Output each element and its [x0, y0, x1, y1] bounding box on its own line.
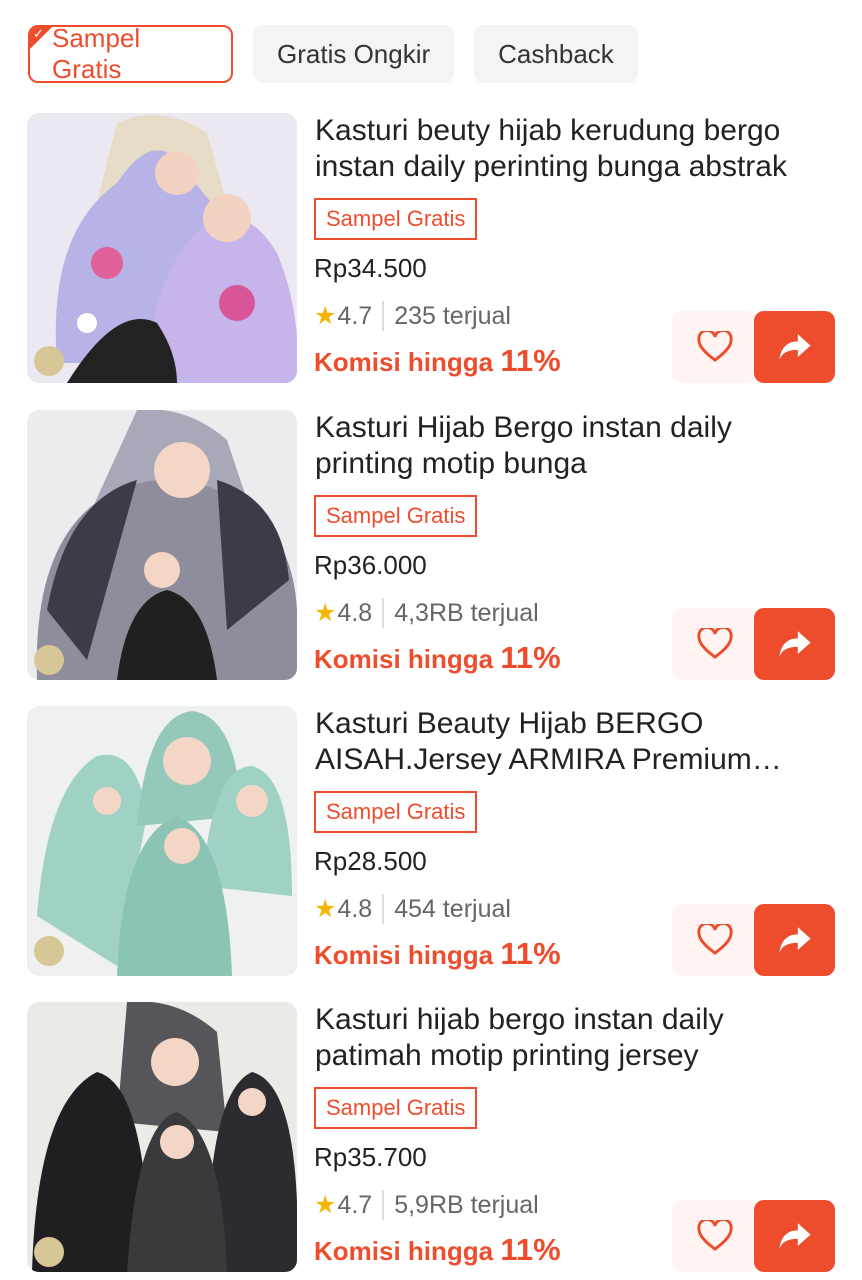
- heart-outline-icon: [696, 924, 733, 955]
- commission-value: 11%: [500, 343, 561, 378]
- check-icon: ✓: [33, 26, 44, 41]
- product-sold: 235 terjual: [394, 301, 511, 330]
- commission-label: Komisi hingga: [314, 940, 494, 970]
- product-sold: 454 terjual: [394, 894, 511, 923]
- divider: [382, 598, 385, 628]
- product-price: Rp36.000: [314, 550, 427, 580]
- product-title[interactable]: Kasturi hijab bergo instan daily patimah…: [315, 1002, 825, 1074]
- star-icon: ★: [314, 599, 337, 627]
- favorite-button[interactable]: [672, 311, 757, 383]
- filter-chip-label: Cashback: [498, 38, 614, 69]
- share-arrow-icon: [778, 334, 811, 360]
- product-rating: 4.7: [337, 1190, 373, 1219]
- filter-chip-label: Gratis Ongkir: [277, 38, 431, 69]
- product-card[interactable]: Kasturi beuty hijab kerudung bergo insta…: [27, 113, 835, 383]
- share-button[interactable]: [754, 904, 835, 976]
- divider: [382, 1190, 385, 1220]
- commission-text: Komisi hingga 11%: [314, 640, 561, 676]
- heart-outline-icon: [696, 628, 733, 659]
- favorite-button[interactable]: [672, 904, 757, 976]
- product-rating: 4.8: [337, 598, 373, 627]
- commission-text: Komisi hingga 11%: [314, 343, 561, 379]
- filter-chip-gratis-ongkir[interactable]: Gratis Ongkir: [253, 25, 455, 83]
- product-rating: 4.8: [337, 894, 373, 923]
- product-title[interactable]: Kasturi beuty hijab kerudung bergo insta…: [315, 113, 825, 185]
- sampel-gratis-badge: Sampel Gratis: [314, 1087, 478, 1129]
- share-arrow-icon: [778, 1223, 811, 1249]
- commission-label: Komisi hingga: [314, 644, 494, 674]
- product-sold: 5,9RB terjual: [394, 1190, 539, 1219]
- product-image[interactable]: [27, 410, 297, 680]
- filter-chip-sampel-gratis[interactable]: ✓ Sampel Gratis: [28, 25, 233, 83]
- share-button[interactable]: [754, 1200, 835, 1272]
- commission-text: Komisi hingga 11%: [314, 1232, 561, 1268]
- star-icon: ★: [314, 1191, 337, 1219]
- product-image[interactable]: [27, 1002, 297, 1272]
- product-image[interactable]: [27, 706, 297, 976]
- product-title[interactable]: Kasturi Beauty Hijab BERGO AISAH.Jersey …: [315, 706, 825, 778]
- product-price: Rp28.500: [314, 846, 427, 876]
- divider: [382, 894, 385, 924]
- product-card[interactable]: Kasturi hijab bergo instan daily patimah…: [27, 1002, 835, 1272]
- share-button[interactable]: [754, 311, 835, 383]
- product-meta: ★ 4.7 5,9RB terjual: [314, 1190, 539, 1220]
- share-arrow-icon: [778, 927, 811, 953]
- commission-label: Komisi hingga: [314, 1236, 494, 1266]
- product-image[interactable]: [27, 113, 297, 383]
- filter-bar: ✓ Sampel Gratis Gratis Ongkir Cashback: [28, 25, 638, 83]
- commission-value: 11%: [500, 1232, 561, 1267]
- sampel-gratis-badge: Sampel Gratis: [314, 495, 478, 537]
- share-arrow-icon: [778, 631, 811, 657]
- product-card[interactable]: Kasturi Beauty Hijab BERGO AISAH.Jersey …: [27, 706, 835, 976]
- filter-chip-cashback[interactable]: Cashback: [474, 25, 638, 83]
- product-price: Rp35.700: [314, 1142, 427, 1172]
- favorite-button[interactable]: [672, 608, 757, 680]
- commission-value: 11%: [500, 936, 561, 971]
- product-price: Rp34.500: [314, 253, 427, 283]
- sampel-gratis-badge: Sampel Gratis: [314, 198, 478, 240]
- product-sold: 4,3RB terjual: [394, 598, 539, 627]
- divider: [382, 301, 385, 331]
- product-meta: ★ 4.7 235 terjual: [314, 301, 511, 331]
- product-rating: 4.7: [337, 301, 373, 330]
- product-meta: ★ 4.8 454 terjual: [314, 894, 511, 924]
- product-title[interactable]: Kasturi Hijab Bergo instan daily printin…: [315, 410, 825, 482]
- commission-label: Komisi hingga: [314, 347, 494, 377]
- sampel-gratis-badge: Sampel Gratis: [314, 791, 478, 833]
- filter-chip-label: Sampel Gratis: [52, 25, 141, 83]
- star-icon: ★: [314, 302, 337, 330]
- commission-value: 11%: [500, 640, 561, 675]
- favorite-button[interactable]: [672, 1200, 757, 1272]
- star-icon: ★: [314, 895, 337, 923]
- heart-outline-icon: [696, 1220, 733, 1251]
- heart-outline-icon: [696, 331, 733, 362]
- share-button[interactable]: [754, 608, 835, 680]
- commission-text: Komisi hingga 11%: [314, 936, 561, 972]
- product-meta: ★ 4.8 4,3RB terjual: [314, 598, 539, 628]
- product-card[interactable]: Kasturi Hijab Bergo instan daily printin…: [27, 410, 835, 680]
